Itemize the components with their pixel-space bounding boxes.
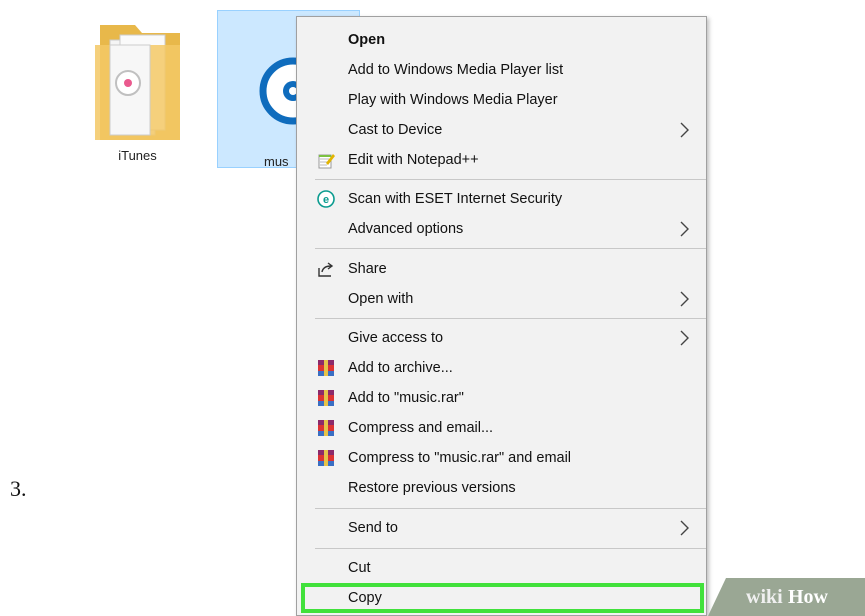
menu-item-play-with-wmp[interactable]: Play with Windows Media Player [297,85,706,115]
menu-item-label: Compress to "music.rar" and email [348,450,572,466]
menu-separator [315,248,706,249]
menu-item-label: Cast to Device [348,122,443,138]
menu-separator [315,548,706,549]
winrar-icon [318,420,334,436]
menu-item-label: Open [348,32,386,48]
chevron-right-icon [680,330,689,346]
menu-item-label: Scan with ESET Internet Security [348,191,563,207]
winrar-icon [318,450,334,466]
itunes-folder[interactable]: iTunes [80,5,195,165]
menu-item-cast-to-device[interactable]: Cast to Device [297,115,706,145]
menu-item-copy[interactable]: Copy [301,583,704,613]
menu-item-label: Edit with Notepad++ [348,152,479,168]
winrar-icon [318,390,334,406]
menu-item-label: Share [348,261,387,277]
menu-item-label: Add to archive... [348,360,453,376]
menu-item-compress-to-music-rar-and-email[interactable]: Compress to "music.rar" and email [297,443,706,473]
menu-item-cut[interactable]: Cut [297,553,706,583]
menu-item-label: Cut [348,560,371,576]
menu-item-add-to-archive[interactable]: Add to archive... [297,353,706,383]
watermark-wiki: wiki [746,586,783,608]
chevron-right-icon [680,291,689,307]
chevron-right-icon [680,520,689,536]
chevron-right-icon [680,221,689,237]
menu-item-restore-previous-versions[interactable]: Restore previous versions [297,473,706,503]
menu-item-send-to[interactable]: Send to [297,513,706,543]
winrar-icon [318,360,334,376]
menu-item-label: Advanced options [348,221,464,237]
watermark-banner [708,578,865,616]
context-menu: Open Add to Windows Media Player list Pl… [296,16,707,616]
menu-item-label: Give access to [348,330,444,346]
menu-item-label: Add to "music.rar" [348,390,464,406]
menu-item-label: Send to [348,520,398,536]
menu-item-label: Restore previous versions [348,480,516,496]
file-label: iTunes [118,148,157,163]
chevron-right-icon [680,122,689,138]
folder-icon [95,25,180,140]
menu-item-open-with[interactable]: Open with [297,284,706,314]
menu-item-label: Open with [348,291,414,307]
wikihow-watermark: wiki How [708,578,865,616]
menu-item-share[interactable]: Share [297,254,706,284]
menu-item-advanced-options[interactable]: Advanced options [297,214,706,244]
menu-item-label: Compress and email... [348,420,494,436]
svg-text:e: e [323,194,329,206]
menu-item-give-access-to[interactable]: Give access to [297,323,706,353]
menu-item-add-to-music-rar[interactable]: Add to "music.rar" [297,383,706,413]
menu-separator [315,318,706,319]
step-number: 3. [10,476,27,501]
menu-separator [315,179,706,180]
share-icon [318,262,334,277]
menu-item-label: Copy [348,590,382,606]
menu-item-label: Play with Windows Media Player [348,92,558,108]
menu-item-open[interactable]: Open [297,25,706,55]
menu-item-compress-and-email[interactable]: Compress and email... [297,413,706,443]
menu-item-label: Add to Windows Media Player list [348,62,564,78]
menu-item-edit-with-notepad[interactable]: Edit with Notepad++ [297,145,706,175]
menu-item-scan-eset[interactable]: e Scan with ESET Internet Security [297,184,706,214]
menu-item-add-to-wmp-list[interactable]: Add to Windows Media Player list [297,55,706,85]
eset-icon: e [317,190,335,208]
watermark-how: How [788,586,828,608]
menu-separator [315,508,706,509]
notepad-icon [318,154,335,169]
